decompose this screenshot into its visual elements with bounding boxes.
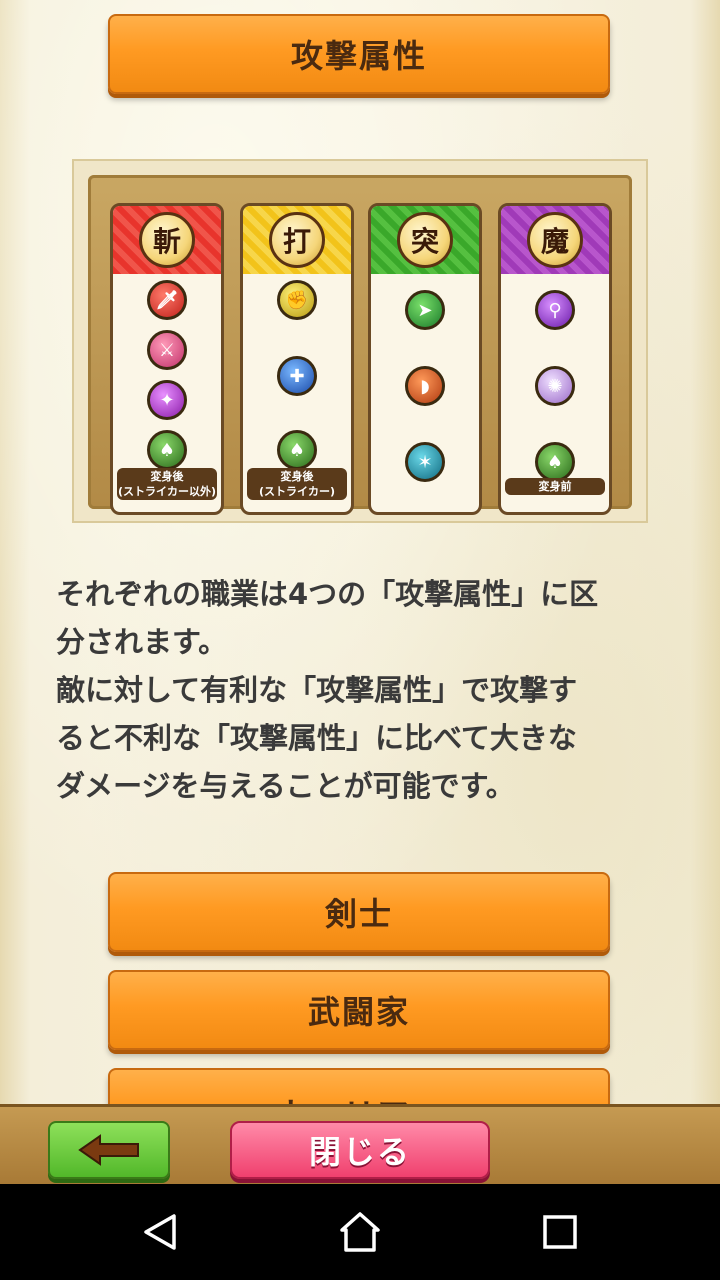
back-button[interactable] (48, 1121, 170, 1179)
magic-transform-tag: 変身前 (505, 478, 605, 495)
triangle-back-icon (144, 1214, 176, 1250)
staff-icon: ⚲ (535, 290, 575, 330)
pierce-label: 突 (410, 225, 439, 258)
strike-transform-tag: 変身後 (ストライカー) (247, 468, 347, 500)
claw-icon: ✶ (405, 442, 445, 482)
attribute-column-slash: 斬 🗡 ⚔ ✦ ♠ 変身後 (ストライカー以外) (110, 203, 224, 515)
left-arrow-icon (78, 1134, 139, 1166)
attribute-header-slash: 斬 (113, 206, 221, 274)
close-label: 閉じる (308, 1133, 411, 1171)
attribute-column-magic: 魔 ⚲ ✺ ♠ 変身前 (498, 203, 612, 515)
transform-icon: ♠ (535, 442, 575, 482)
attribute-chart-frame: 斬 🗡 ⚔ ✦ ♠ 変身後 (ストライカー以外) 打 ✊ ✚ ♠ 変身後 (スト… (72, 159, 648, 523)
attribute-column-pierce: 突 ➤ ◗ ✶ (368, 203, 482, 515)
sword-icon: 🗡 (147, 280, 187, 320)
attribute-column-strike: 打 ✊ ✚ ♠ 変身後 (ストライカー) (240, 203, 354, 515)
attack-attribute-title: 攻撃属性 (290, 37, 427, 75)
attack-attribute-title-button[interactable]: 攻撃属性 (108, 14, 610, 94)
attribute-header-magic: 魔 (501, 206, 609, 274)
home-icon (340, 1212, 380, 1252)
description-text: それぞれの職業は4つの「攻撃属性」に区 分されます。 敵に対して有利な「攻撃属性… (56, 577, 599, 803)
job-label: 剣士 (324, 895, 393, 933)
transform-icon: ♠ (277, 430, 317, 470)
square-recents-icon (543, 1215, 577, 1249)
job-button-warrior[interactable]: ウォリアー (108, 1068, 610, 1106)
nav-recents-button[interactable] (536, 1208, 584, 1256)
transform-icon: ♠ (147, 430, 187, 470)
android-nav-bar (0, 1184, 720, 1280)
slash-label: 斬 (152, 225, 181, 258)
attribute-chart-board: 斬 🗡 ⚔ ✦ ♠ 変身後 (ストライカー以外) 打 ✊ ✚ ♠ 変身後 (スト… (88, 175, 632, 515)
spear-icon: ➤ (405, 290, 445, 330)
strike-label: 打 (282, 225, 311, 258)
footer-bar: 閉じる (0, 1104, 720, 1184)
slash-transform-tag: 変身後 (ストライカー以外) (117, 468, 217, 500)
dagger-icon: ⚔ (147, 330, 187, 370)
close-button[interactable]: 閉じる (230, 1121, 490, 1179)
gauntlet-icon: ✦ (147, 380, 187, 420)
magic-badge: 魔 (527, 212, 583, 268)
job-button-martial-artist[interactable]: 武闘家 (108, 970, 610, 1050)
help-page: 攻撃属性 斬 🗡 ⚔ ✦ ♠ 変身後 (ストライカー以外) 打 ✊ ✚ ♠ 変身… (0, 0, 720, 1106)
fist-icon: ✊ (277, 280, 317, 320)
strike-badge: 打 (269, 212, 325, 268)
nav-home-button[interactable] (336, 1208, 384, 1256)
attribute-header-pierce: 突 (371, 206, 479, 274)
attribute-header-strike: 打 (243, 206, 351, 274)
slash-badge: 斬 (139, 212, 195, 268)
job-label: 武闘家 (307, 993, 410, 1031)
job-button-swordsman[interactable]: 剣士 (108, 872, 610, 952)
magic-label: 魔 (540, 225, 569, 258)
bow-icon: ◗ (405, 366, 445, 406)
pierce-badge: 突 (397, 212, 453, 268)
hammer-icon: ✚ (277, 356, 317, 396)
magic-circle-icon: ✺ (535, 366, 575, 406)
nav-back-button[interactable] (136, 1208, 184, 1256)
